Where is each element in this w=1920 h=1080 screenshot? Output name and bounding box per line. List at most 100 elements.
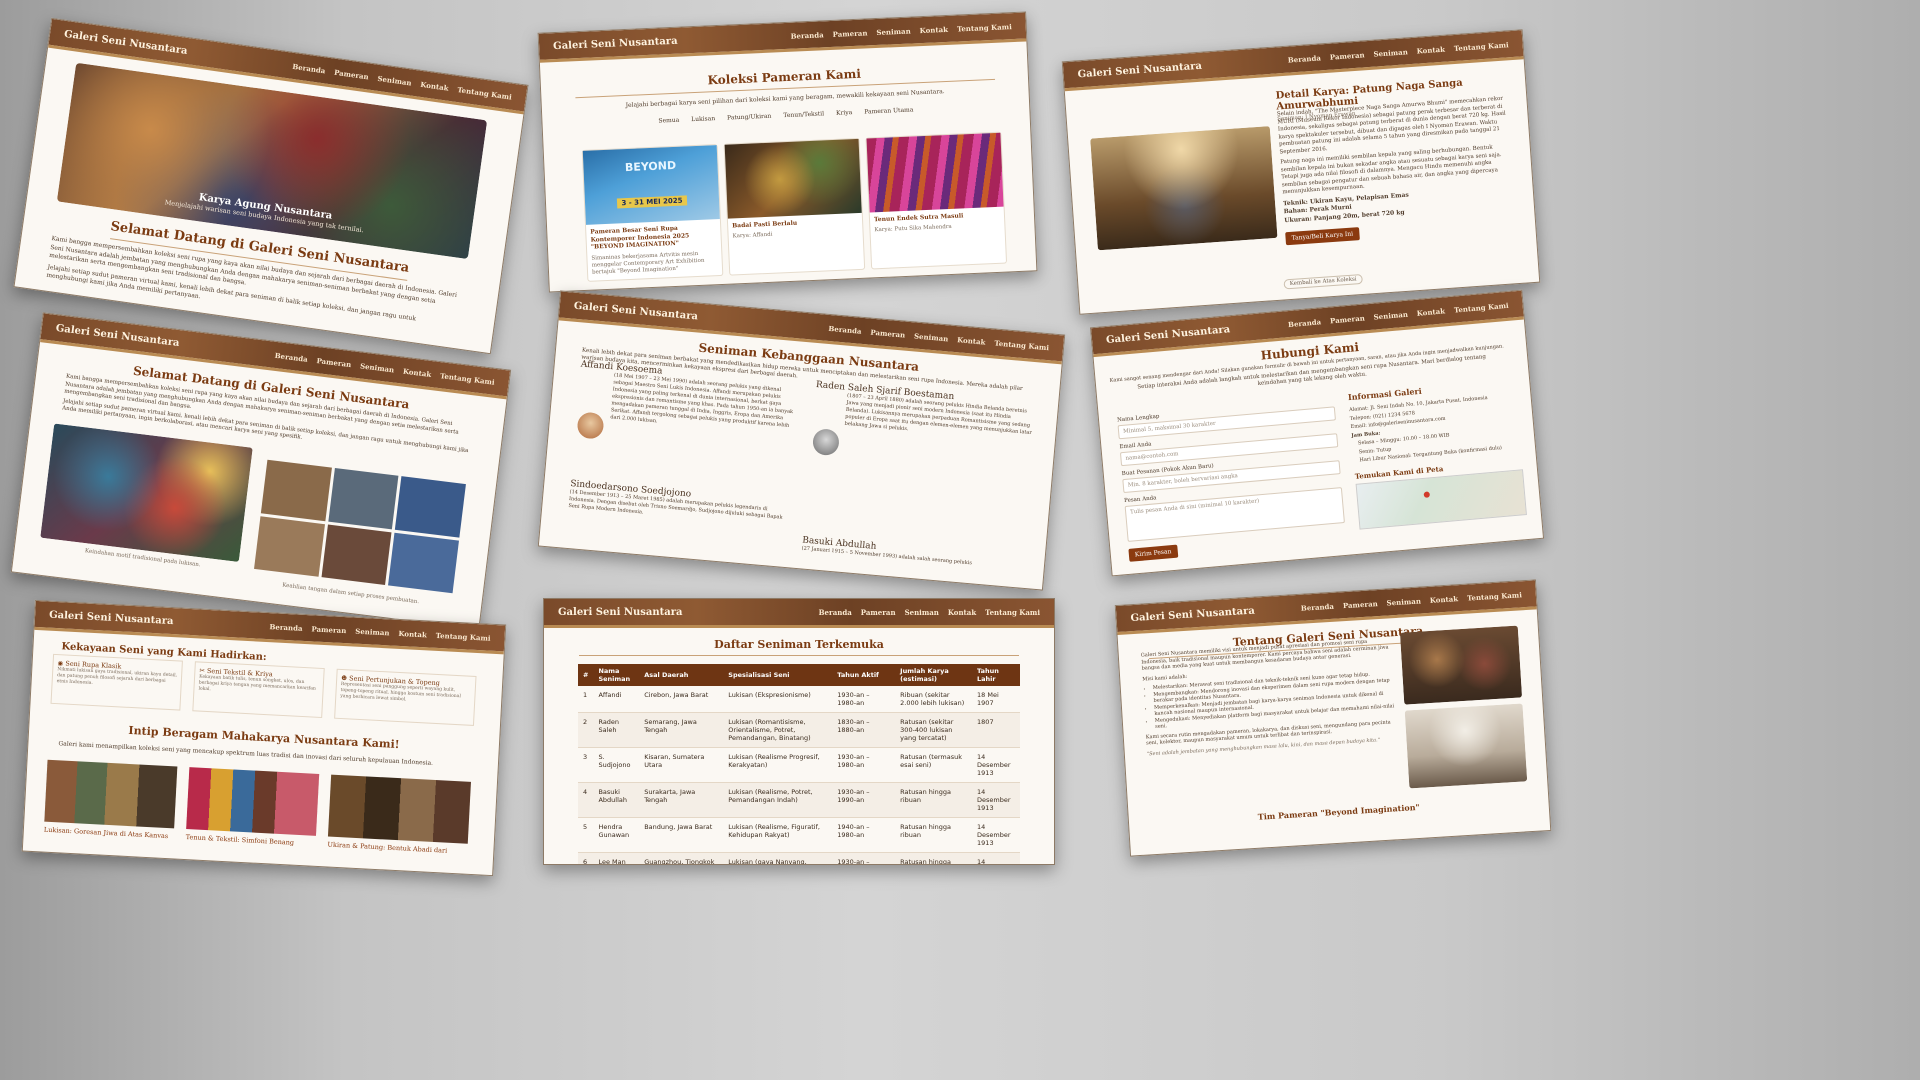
tab-pameran-utama[interactable]: Pameran Utama [864, 106, 913, 115]
caption-paintings[interactable]: Lukisan: Goresan Jiwa di Atas Kanvas [44, 826, 169, 841]
screenshot-seniman: Galeri Seni Nusantara Beranda Pameran Se… [537, 290, 1066, 591]
brand-logo[interactable]: Galeri Seni Nusantara [55, 322, 180, 348]
brand-logo[interactable]: Galeri Seni Nusantara [63, 28, 188, 56]
nav-kontak[interactable]: Kontak [420, 79, 449, 92]
nav-kontak[interactable]: Kontak [957, 335, 986, 346]
cell-active: 1930-an – 1980-an [832, 747, 896, 783]
nav-pameran[interactable]: Pameran [1330, 313, 1365, 325]
nav-pameran[interactable]: Pameran [870, 327, 905, 339]
cell-name: S. Sudjojono [593, 747, 640, 783]
nav-pameran[interactable]: Pameran [861, 608, 896, 617]
col-born: Tahun Lahir [972, 664, 1020, 686]
nav-tentang[interactable]: Tentang Kami [436, 630, 491, 642]
caption-textiles[interactable]: Tenun & Tekstil: Simfoni Benang [185, 833, 295, 847]
cell-works: Ratusan hingga ribuan. Berdasarkan data,… [895, 852, 973, 864]
nav-links: Beranda Pameran Seniman Kontak Tentang K… [828, 323, 1049, 351]
nav-beranda[interactable]: Beranda [819, 608, 852, 617]
nav-seniman[interactable]: Seniman [377, 73, 412, 87]
nav-seniman[interactable]: Seniman [1386, 596, 1421, 607]
nav-pameran[interactable]: Pameran [316, 355, 352, 368]
brand-logo[interactable]: Galeri Seni Nusantara [553, 35, 678, 51]
collection-card-tenun[interactable]: Tenun Endek Sutra Masuli Karya: Putu Sik… [865, 131, 1008, 270]
cell-specialty: Lukisan (Romantisisme, Orientalisme, Pot… [723, 712, 833, 748]
nav-beranda[interactable]: Beranda [790, 30, 823, 40]
brand-logo[interactable]: Galeri Seni Nusantara [49, 609, 174, 627]
nav-beranda[interactable]: Beranda [1287, 53, 1321, 64]
nav-kontak[interactable]: Kontak [1430, 594, 1459, 605]
nav-seniman[interactable]: Seniman [876, 26, 911, 36]
cell-works: Ratusan hingga ribuan [895, 817, 973, 853]
nav-seniman[interactable]: Seniman [914, 331, 949, 343]
nav-tentang[interactable]: Tentang Kami [457, 85, 513, 102]
nav-beranda[interactable]: Beranda [1301, 601, 1335, 612]
nav-tentang[interactable]: Tentang Kami [1454, 40, 1509, 53]
cell-active: 1930-an – 1980-an [832, 686, 896, 713]
brand-logo[interactable]: Galeri Seni Nusantara [558, 607, 683, 618]
nav-kontak[interactable]: Kontak [1416, 44, 1445, 55]
nav-tentang[interactable]: Tentang Kami [1467, 590, 1522, 602]
screenshot-home-welcome: Galeri Seni Nusantara Beranda Pameran Se… [10, 312, 512, 630]
collection-card-badai[interactable]: Badai Pasti Berlalu Karya: Affandi [723, 137, 866, 276]
table-row: 1 Affandi Cirebon, Jawa Barat Lukisan (Eksp… [578, 686, 1020, 713]
nav-kontak[interactable]: Kontak [403, 366, 432, 378]
tab-semua[interactable]: Semua [658, 116, 679, 124]
artist-sudjojono: Sindoedarsono Soedjojono (14 Desember 19… [568, 479, 790, 529]
nav-tentang[interactable]: Tentang Kami [440, 371, 496, 387]
brand-logo[interactable]: Galeri Seni Nusantara [573, 300, 698, 322]
gallery-paintings[interactable] [44, 759, 178, 829]
badai-painting-image [724, 138, 862, 219]
back-to-collection-link[interactable]: Kembali ke Atas Koleksi [1283, 273, 1363, 290]
collection-card-beyond[interactable]: BEYOND 3 - 31 MEI 2025 Pameran Besar Sen… [581, 144, 724, 282]
cell-works: Ratusan (termasuk esai seni) [895, 747, 973, 783]
tab-patung[interactable]: Patung/Ukiran [727, 112, 772, 121]
nav-beranda[interactable]: Beranda [274, 350, 308, 363]
submit-button[interactable]: Kirim Pesan [1128, 544, 1178, 562]
brand-logo[interactable]: Galeri Seni Nusantara [1106, 324, 1231, 346]
nav-pameran[interactable]: Pameran [311, 624, 346, 635]
tenun-fabric-image [866, 132, 1004, 213]
tab-tenun[interactable]: Tenun/Tekstil [783, 110, 824, 119]
navbar: Galeri Seni Nusantara Beranda Pameran Se… [538, 12, 1027, 63]
nav-seniman[interactable]: Seniman [355, 626, 390, 637]
nav-beranda[interactable]: Beranda [828, 323, 862, 335]
nav-pameran[interactable]: Pameran [334, 67, 370, 81]
tab-kriya[interactable]: Kriya [836, 109, 853, 117]
nav-tentang[interactable]: Tentang Kami [985, 608, 1040, 617]
nav-tentang[interactable]: Tentang Kami [994, 338, 1049, 352]
cell-origin: Guangzhou, Tiongkok (kemudian tinggal da… [639, 852, 724, 864]
cell-born: 14 Desember 1913 [972, 747, 1020, 783]
gallery-carvings[interactable] [327, 774, 471, 844]
table-row: 4 Basuki Abdullah Surakarta, Jawa Tengah Lu… [578, 782, 1020, 818]
cell-number: 1 [578, 686, 594, 713]
nav-tentang[interactable]: Tentang Kami [957, 22, 1012, 33]
brand-logo[interactable]: Galeri Seni Nusantara [1077, 60, 1202, 80]
nav-kontak[interactable]: Kontak [1416, 306, 1445, 317]
artists-table: # Nama Seniman Asal Daerah Spesialisasi … [578, 664, 1020, 864]
nav-links: Beranda Pameran Seniman Kontak Tentang K… [1301, 590, 1522, 612]
nav-pameran[interactable]: Pameran [1329, 50, 1364, 61]
nav-beranda[interactable]: Beranda [269, 622, 303, 633]
nav-seniman[interactable]: Seniman [360, 361, 395, 374]
brand-logo[interactable]: Galeri Seni Nusantara [1130, 605, 1255, 624]
nav-kontak[interactable]: Kontak [948, 608, 976, 617]
nav-pameran[interactable]: Pameran [1343, 599, 1378, 610]
feature-card-klasik: ◉ Seni Rupa Klasik Nikmati lukisan gaya … [50, 653, 183, 711]
nav-beranda[interactable]: Beranda [1288, 317, 1322, 329]
nav-tentang[interactable]: Tentang Kami [1454, 300, 1509, 314]
nav-seniman[interactable]: Seniman [1373, 47, 1408, 58]
nav-beranda[interactable]: Beranda [292, 61, 326, 75]
tab-lukisan[interactable]: Lukisan [691, 115, 715, 123]
gallery-textiles[interactable] [186, 767, 320, 836]
nav-kontak[interactable]: Kontak [398, 628, 427, 638]
cell-born: 14 Desember 1913 [972, 782, 1020, 818]
nav-kontak[interactable]: Kontak [919, 24, 948, 34]
nav-seniman[interactable]: Seniman [905, 608, 939, 617]
nav-seniman[interactable]: Seniman [1373, 309, 1408, 321]
caption-carvings[interactable]: Ukiran & Patung: Bentuk Abadi dari [327, 840, 447, 855]
cell-name: Affandi [593, 686, 640, 713]
col-number: # [578, 664, 594, 686]
col-name: Nama Seniman [593, 664, 640, 686]
nav-pameran[interactable]: Pameran [832, 28, 867, 39]
screenshot-tentang: Galeri Seni Nusantara Beranda Pameran Se… [1114, 579, 1552, 857]
ask-buy-button[interactable]: Tanya/Beli Karya Ini [1285, 227, 1360, 246]
